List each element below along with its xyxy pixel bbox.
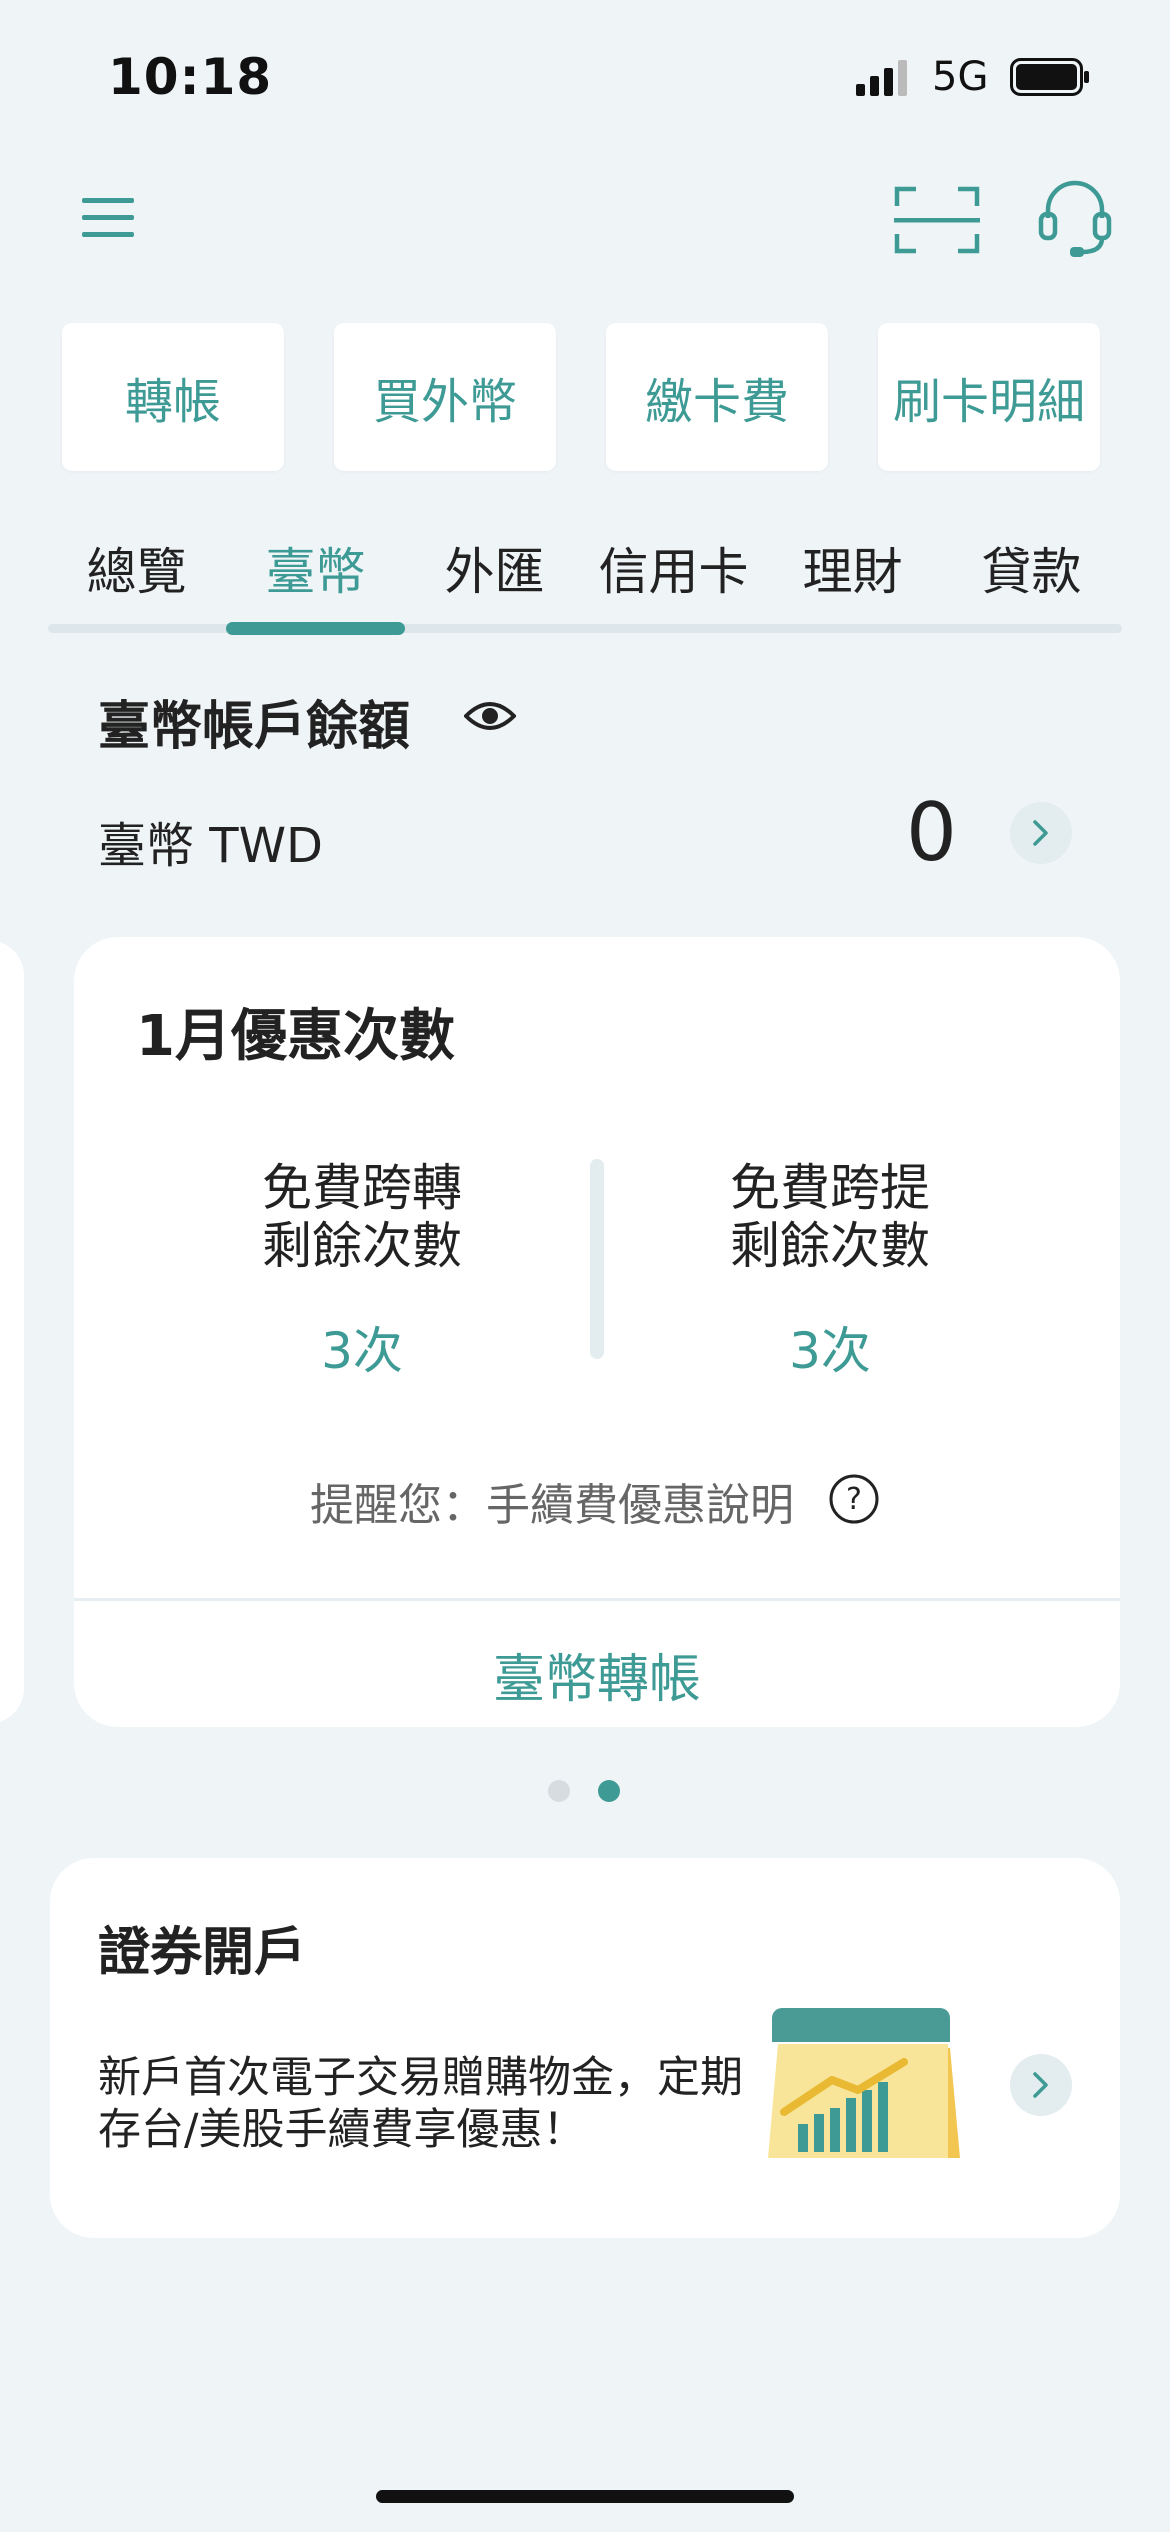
quick-action-buy-foreign-currency[interactable]: 買外幣 xyxy=(334,323,556,471)
securities-card-description: 新戶首次電子交易贈購物金，定期存台/美股手續費享優惠！ xyxy=(98,2053,743,2155)
currency-label: 臺幣 TWD xyxy=(98,818,324,874)
chevron-right-icon xyxy=(1033,820,1048,846)
quick-action-transfer[interactable]: 轉帳 xyxy=(62,323,284,471)
tab-loan[interactable]: 貸款 xyxy=(942,532,1121,604)
chevron-right-icon xyxy=(1033,2072,1048,2098)
battery-icon xyxy=(1010,58,1089,96)
eye-icon[interactable] xyxy=(464,696,516,736)
securities-card[interactable]: 證券開戶 新戶首次電子交易贈購物金，定期存台/美股手續費享優惠！ xyxy=(50,1858,1120,2238)
securities-card-chevron[interactable] xyxy=(1010,2054,1072,2116)
free-transfer-label: 免費跨轉 剩餘次數 xyxy=(262,1159,462,1275)
promo-card: 1月優惠次數 免費跨轉 剩餘次數 3次 免費跨提 剩餘次數 3次 提醒您：手續費… xyxy=(74,937,1120,1727)
tab-wealth[interactable]: 理財 xyxy=(763,532,942,604)
tab-credit-card[interactable]: 信用卡 xyxy=(584,532,763,604)
quick-action-card-transactions[interactable]: 刷卡明細 xyxy=(878,323,1100,471)
card-separator xyxy=(74,1598,1120,1601)
balance-title: 臺幣帳戶餘額 xyxy=(98,697,411,757)
tab-overview[interactable]: 總覽 xyxy=(47,532,226,604)
balance-amount: 0 xyxy=(906,786,957,879)
tab-track xyxy=(48,624,1122,633)
securities-card-title: 證券開戶 xyxy=(98,1923,307,1983)
previous-card-peek xyxy=(0,940,24,1724)
free-transfer-count: 3次 xyxy=(321,1322,403,1380)
signal-icon xyxy=(856,60,907,96)
column-divider xyxy=(590,1159,604,1359)
network-label: 5G xyxy=(932,54,989,100)
tab-twd[interactable]: 臺幣 xyxy=(226,532,405,604)
quick-action-pay-card[interactable]: 繳卡費 xyxy=(606,323,828,471)
home-indicator xyxy=(376,2490,794,2503)
support-icon[interactable] xyxy=(1038,178,1112,258)
menu-icon[interactable] xyxy=(82,196,134,240)
free-withdrawal-count: 3次 xyxy=(789,1322,871,1380)
promo-card-title: 1月優惠次數 xyxy=(136,1004,455,1069)
free-withdrawal-label: 免費跨提 剩餘次數 xyxy=(730,1159,930,1275)
chart-illustration xyxy=(768,2008,960,2158)
twd-transfer-link[interactable]: 臺幣轉帳 xyxy=(74,1637,1120,1712)
tab-foreign-exchange[interactable]: 外匯 xyxy=(405,532,584,604)
pager-dot[interactable] xyxy=(548,1780,570,1802)
tab-active-indicator xyxy=(226,622,405,635)
scan-icon[interactable] xyxy=(894,186,980,254)
status-time: 10:18 xyxy=(108,48,273,106)
svg-text:?: ? xyxy=(846,1482,862,1517)
fee-reminder-text[interactable]: 提醒您：手續費優惠說明 xyxy=(310,1469,794,1533)
balance-detail-button[interactable] xyxy=(1010,802,1072,864)
pager-dot-active[interactable] xyxy=(598,1780,620,1802)
help-icon[interactable]: ? xyxy=(828,1473,880,1525)
